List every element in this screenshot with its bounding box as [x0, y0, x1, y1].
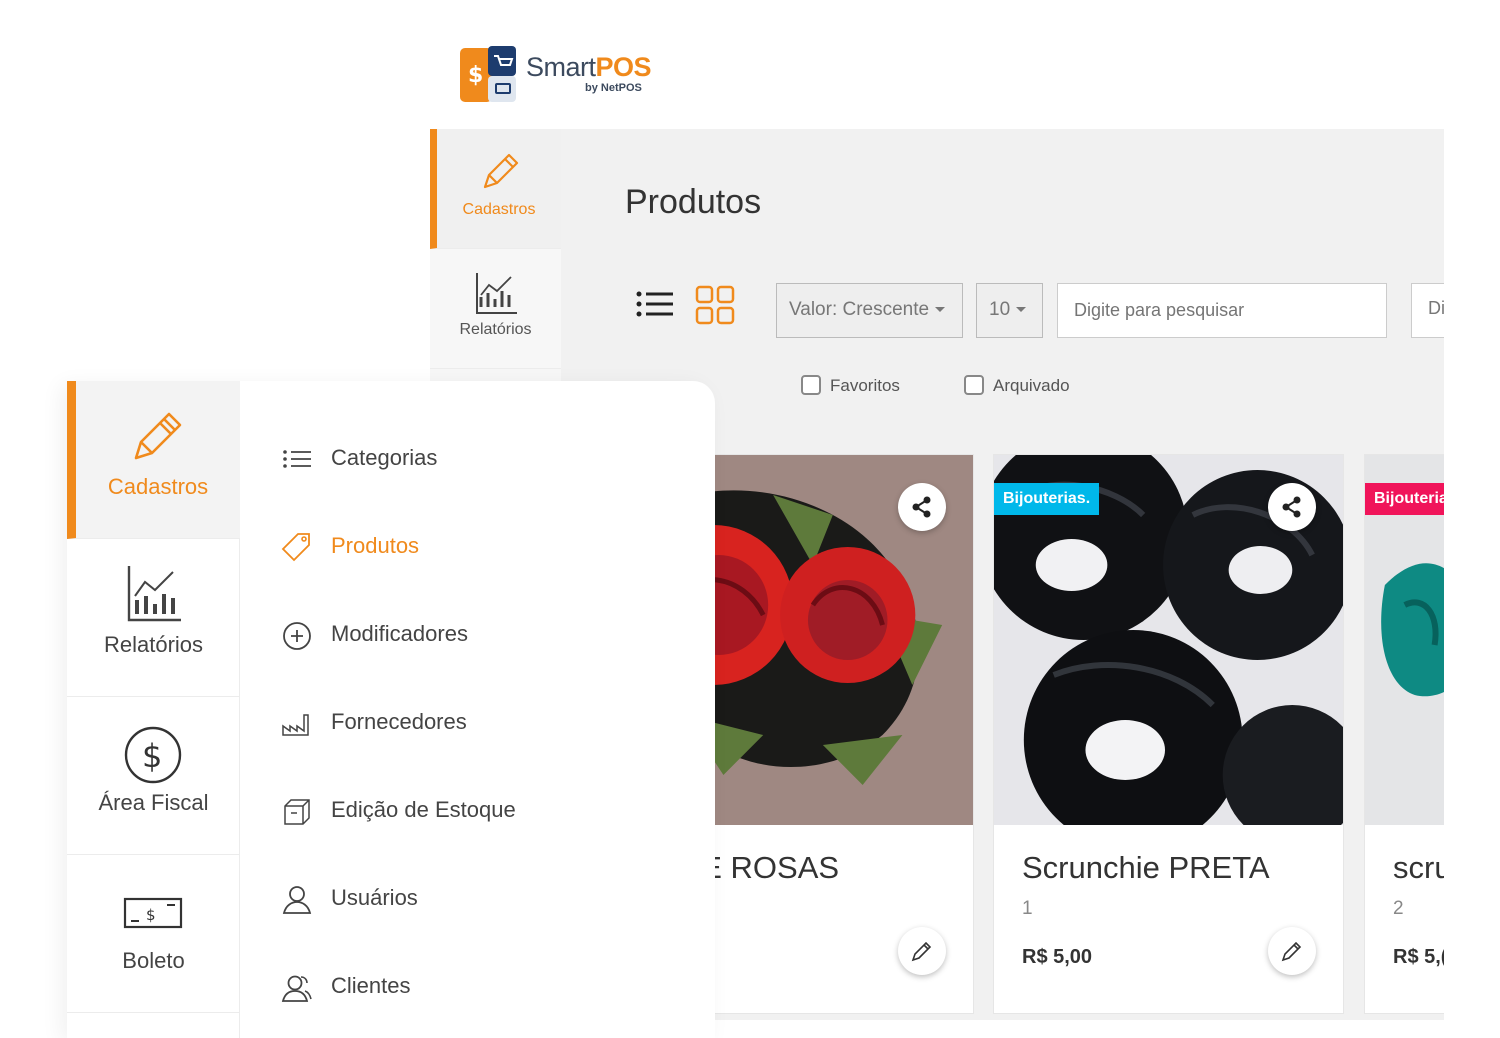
factory-icon [282, 714, 309, 736]
back-sidebar-item-cadastros[interactable]: Cadastros [430, 129, 561, 249]
pencil-icon [911, 941, 932, 962]
svg-text:$: $ [468, 63, 483, 88]
menu-item-label: Edição de Estoque [331, 797, 516, 822]
archived-checkbox[interactable]: Arquivado [964, 375, 1070, 396]
smartpos-logo: $ SmartPOS by NetPOS [458, 44, 678, 106]
page-size-select[interactable]: 10 [976, 283, 1043, 338]
edit-button[interactable] [1268, 927, 1316, 975]
user-icon [282, 886, 312, 914]
menu-item-label: Clientes [331, 973, 411, 998]
product-name: Scrunchie PRETA [1022, 850, 1270, 885]
product-code: 2 [1393, 898, 1404, 919]
nav-item-cadastros[interactable]: Cadastros [67, 381, 240, 539]
product-card[interactable]: Bijouterias. Scrunchie PRETA 1 R$ 5,00 [993, 454, 1344, 1014]
back-sidebar: Cadastros Relatórios [430, 129, 561, 389]
pencil-icon [483, 153, 519, 189]
share-button[interactable] [1268, 483, 1316, 531]
list-icon [283, 450, 311, 468]
category-badge: Bijouteria [1365, 483, 1444, 515]
nav-label: Cadastros [107, 474, 209, 499]
nav-label: Relatórios [103, 632, 204, 657]
menu-item-label: Usuários [331, 885, 418, 910]
pencil-icon [134, 412, 182, 460]
menu-item-label: Categorias [331, 445, 438, 470]
dollar-circle-icon: $ [124, 726, 182, 784]
product-card[interactable]: Bijouteria scru 2 R$ 5,( [1364, 454, 1444, 1014]
product-code: 1 [1022, 898, 1033, 919]
date-filter-placeholder: Di [1428, 298, 1444, 318]
brand-byline: by NetPOS [585, 82, 642, 94]
search-input[interactable] [1057, 283, 1387, 338]
share-icon [912, 496, 931, 518]
favorites-label: Favoritos [830, 376, 900, 395]
share-button[interactable] [898, 483, 946, 531]
nav-item-area-fiscal[interactable]: $ Área Fiscal [67, 697, 240, 855]
popup-nav: Cadastros Relatórios $ Área Fiscal $ Bol… [67, 381, 240, 1038]
share-icon [1282, 496, 1301, 518]
archived-label: Arquivado [993, 376, 1070, 395]
edit-button[interactable] [898, 927, 946, 975]
checkbox-box[interactable] [801, 375, 821, 395]
smartpos-logo-mark: $ [460, 46, 516, 102]
page-title: Produtos [625, 183, 762, 221]
tag-icon [281, 533, 310, 562]
nav-label: Boleto [122, 948, 185, 973]
plus-circle-icon [283, 622, 311, 650]
product-price: R$ 5,00 [1022, 946, 1093, 968]
list-view-icon[interactable] [636, 291, 674, 317]
back-sidebar-label: Cadastros [462, 201, 536, 218]
svg-text:$: $ [142, 737, 162, 775]
nav-label: Área Fiscal [98, 790, 209, 815]
pencil-icon [1281, 941, 1302, 962]
menu-item-label: Modificadores [331, 621, 468, 646]
brand-name: SmartPOS [526, 52, 652, 82]
chart-icon [127, 566, 181, 622]
nav-item-boleto[interactable]: $ Boleto [67, 855, 240, 1013]
grid-view-icon[interactable] [695, 285, 735, 325]
sort-select-value: Valor: Crescente [789, 299, 930, 320]
navigation-popup: Cadastros Relatórios $ Área Fiscal $ Bol… [67, 381, 715, 1038]
svg-text:$: $ [146, 906, 156, 924]
date-filter-input[interactable]: Di [1411, 283, 1444, 338]
favorites-checkbox[interactable]: Favoritos [801, 375, 900, 396]
back-sidebar-item-relatorios[interactable]: Relatórios [430, 249, 561, 369]
back-sidebar-label: Relatórios [459, 321, 532, 338]
chevron-down-icon [1016, 307, 1027, 313]
menu-item-label: Fornecedores [331, 709, 467, 734]
chart-icon [476, 273, 517, 314]
nav-item-relatorios[interactable]: Relatórios [67, 539, 240, 697]
page-size-value: 10 [989, 299, 1011, 320]
product-name: scru [1393, 850, 1444, 885]
checkbox-box[interactable] [964, 375, 984, 395]
sort-select[interactable]: Valor: Crescente [776, 283, 963, 338]
menu-item-label: Produtos [331, 533, 420, 558]
box-icon [284, 799, 310, 825]
category-badge: Bijouterias. [994, 483, 1100, 515]
product-price: R$ 5,( [1393, 946, 1444, 968]
bill-icon: $ [123, 897, 183, 929]
chevron-down-icon [935, 307, 946, 313]
users-icon [281, 975, 312, 1002]
